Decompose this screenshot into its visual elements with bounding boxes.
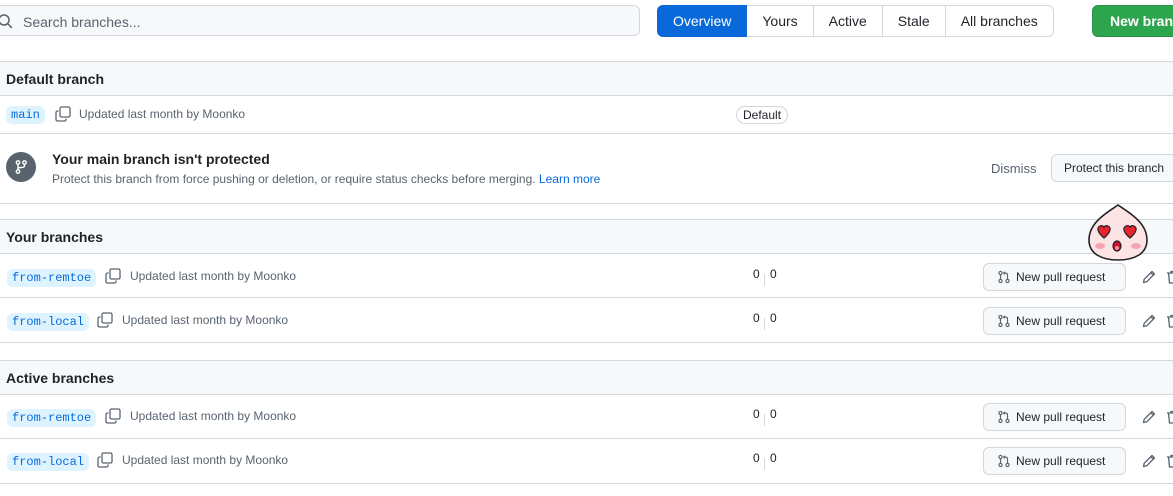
your-branches-header: Your branches — [0, 219, 1173, 254]
new-pull-request-button[interactable]: New pull request — [983, 263, 1126, 291]
branch-updated-meta: Updated last month by Moonko — [130, 409, 297, 423]
notice-text: Protect this branch from force pushing o… — [52, 172, 536, 186]
behind-count: 0 — [753, 451, 760, 465]
section-title: Default branch — [6, 71, 105, 87]
pull-request-label: New pull request — [1016, 410, 1106, 424]
trash-icon[interactable] — [1165, 409, 1173, 425]
pull-request-icon — [998, 314, 1010, 328]
pull-request-label: New pull request — [1016, 314, 1106, 328]
notice-description: Protect this branch from force pushing o… — [52, 172, 600, 186]
new-pull-request-button[interactable]: New pull request — [983, 403, 1126, 431]
tab-active[interactable]: Active — [813, 5, 883, 37]
search-icon — [0, 14, 13, 29]
pencil-icon[interactable] — [1141, 269, 1157, 285]
ahead-behind-divider — [764, 274, 765, 286]
pencil-icon[interactable] — [1141, 313, 1157, 329]
tab-yours[interactable]: Yours — [747, 5, 814, 37]
branch-filter-tabs: Overview Yours Active Stale All branches — [657, 5, 1054, 37]
copy-icon[interactable] — [55, 106, 71, 122]
tab-stale[interactable]: Stale — [882, 5, 946, 37]
behind-count: 0 — [753, 311, 760, 325]
branch-name-link[interactable]: from-remtoe — [7, 409, 97, 427]
branch-name-link[interactable]: from-local — [7, 313, 90, 331]
trash-icon[interactable] — [1165, 313, 1173, 329]
branch-updated-meta: Updated last month by Moonko — [122, 453, 289, 467]
branch-name-link[interactable]: main — [6, 106, 45, 124]
branch-row: from-local Updated last month by Moonko … — [0, 298, 1173, 343]
ahead-count: 0 — [770, 311, 777, 325]
behind-count: 0 — [753, 267, 760, 281]
new-branch-button[interactable]: New branch — [1092, 5, 1173, 37]
branch-updated-meta: Updated last month by Moonko — [79, 107, 246, 121]
trash-icon[interactable] — [1165, 453, 1173, 469]
section-title: Your branches — [6, 229, 103, 245]
copy-icon[interactable] — [105, 408, 121, 424]
pull-request-label: New pull request — [1016, 270, 1106, 284]
tab-overview[interactable]: Overview — [657, 5, 748, 37]
trash-icon[interactable] — [1165, 269, 1173, 285]
search-box[interactable] — [0, 5, 640, 37]
ahead-count: 0 — [770, 267, 777, 281]
peach-sticker-icon — [1088, 204, 1148, 261]
active-branches-header: Active branches — [0, 360, 1173, 395]
pull-request-icon — [998, 410, 1010, 424]
default-branch-header: Default branch — [0, 61, 1173, 96]
branch-name-link[interactable]: from-remtoe — [7, 269, 97, 287]
branch-updated-meta: Updated last month by Moonko — [122, 313, 289, 327]
tab-all-branches[interactable]: All branches — [945, 5, 1054, 37]
ahead-behind-divider — [764, 458, 765, 470]
ahead-count: 0 — [770, 451, 777, 465]
ahead-count: 0 — [770, 407, 777, 421]
copy-icon[interactable] — [97, 452, 113, 468]
new-pull-request-button[interactable]: New pull request — [983, 307, 1126, 335]
branch-row: from-remtoe Updated last month by Moonko… — [0, 254, 1173, 298]
new-pull-request-button[interactable]: New pull request — [983, 447, 1126, 475]
copy-icon[interactable] — [105, 268, 121, 284]
branch-row: from-local Updated last month by Moonko … — [0, 439, 1173, 484]
pencil-icon[interactable] — [1141, 453, 1157, 469]
ahead-behind-divider — [764, 414, 765, 426]
pull-request-icon — [998, 270, 1010, 284]
search-input[interactable] — [21, 6, 625, 37]
learn-more-link[interactable]: Learn more — [539, 172, 600, 186]
notice-title: Your main branch isn't protected — [52, 151, 270, 167]
branch-updated-meta: Updated last month by Moonko — [130, 269, 297, 283]
pencil-icon[interactable] — [1141, 409, 1157, 425]
default-badge: Default — [736, 106, 789, 124]
branch-name-link[interactable]: from-local — [7, 453, 90, 471]
pull-request-icon — [998, 454, 1010, 468]
behind-count: 0 — [753, 407, 760, 421]
branch-icon — [6, 152, 36, 182]
section-title: Active branches — [6, 370, 115, 386]
pull-request-label: New pull request — [1016, 454, 1106, 468]
copy-icon[interactable] — [97, 312, 113, 328]
ahead-behind-divider — [764, 318, 765, 330]
dismiss-button[interactable]: Dismiss — [991, 161, 1037, 176]
protect-branch-button[interactable]: Protect this branch — [1051, 154, 1173, 182]
branch-row: from-remtoe Updated last month by Moonko… — [0, 395, 1173, 439]
default-branch-row: main Updated last month by Moonko Defaul… — [0, 96, 1173, 134]
